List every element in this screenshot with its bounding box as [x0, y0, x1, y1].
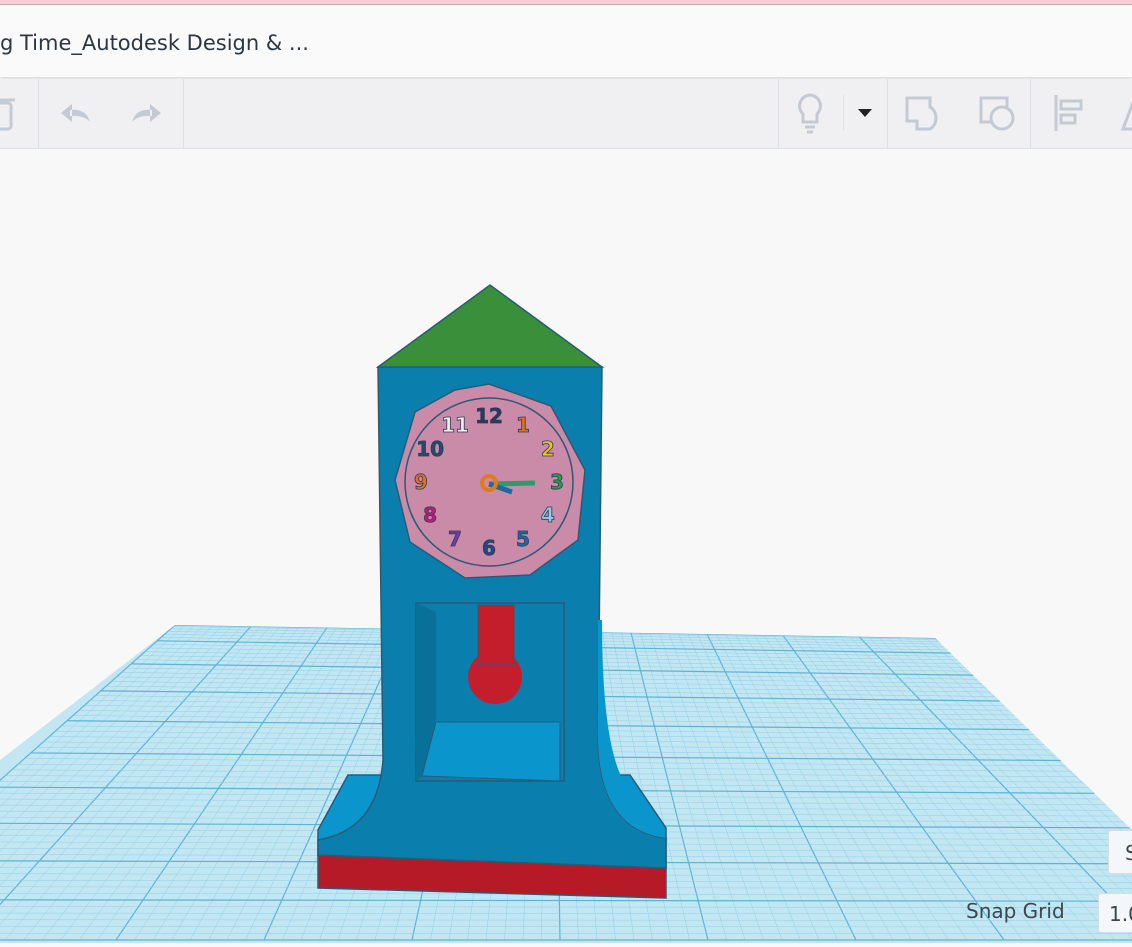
clock-number: 7 [448, 527, 462, 551]
dropdown-icon[interactable] [845, 93, 885, 133]
mirror-icon[interactable] [1110, 93, 1132, 133]
clock-number: 10 [416, 437, 444, 461]
clock-number: 12 [475, 404, 503, 428]
3d-viewport[interactable]: 12 12 3 45678 9 1011 [0, 149, 1132, 943]
clock-number: 3 [550, 470, 564, 494]
roof [378, 285, 602, 367]
title-bar: g Time_Autodesk Design & ... [0, 5, 1132, 77]
workplane-icon[interactable] [904, 93, 944, 133]
clock-number: 11 [441, 413, 469, 437]
align-icon[interactable] [1050, 93, 1090, 133]
clock-tower-model[interactable]: 12 12 3 45678 9 1011 [318, 285, 666, 898]
clock-number: 4 [541, 503, 555, 527]
clock-number: 2 [541, 437, 555, 461]
pendulum-rod [478, 605, 514, 665]
clock-number: 9 [414, 470, 428, 494]
undo-icon[interactable] [56, 93, 96, 133]
settings-button[interactable]: S [1108, 830, 1132, 874]
clock-number: 8 [423, 503, 437, 527]
toolbar [0, 79, 1132, 149]
clock-number: 1 [516, 413, 530, 437]
ruler-icon[interactable] [978, 93, 1018, 133]
clock-number: 6 [482, 536, 496, 560]
lightbulb-icon[interactable] [790, 93, 830, 133]
snap-grid-label: Snap Grid [966, 899, 1065, 923]
redo-icon[interactable] [126, 93, 166, 133]
design-title[interactable]: g Time_Autodesk Design & ... [0, 31, 309, 55]
snap-grid-select[interactable]: 1.0 [1098, 893, 1132, 933]
clock-number: 5 [516, 527, 530, 551]
trash-icon[interactable] [0, 93, 26, 133]
